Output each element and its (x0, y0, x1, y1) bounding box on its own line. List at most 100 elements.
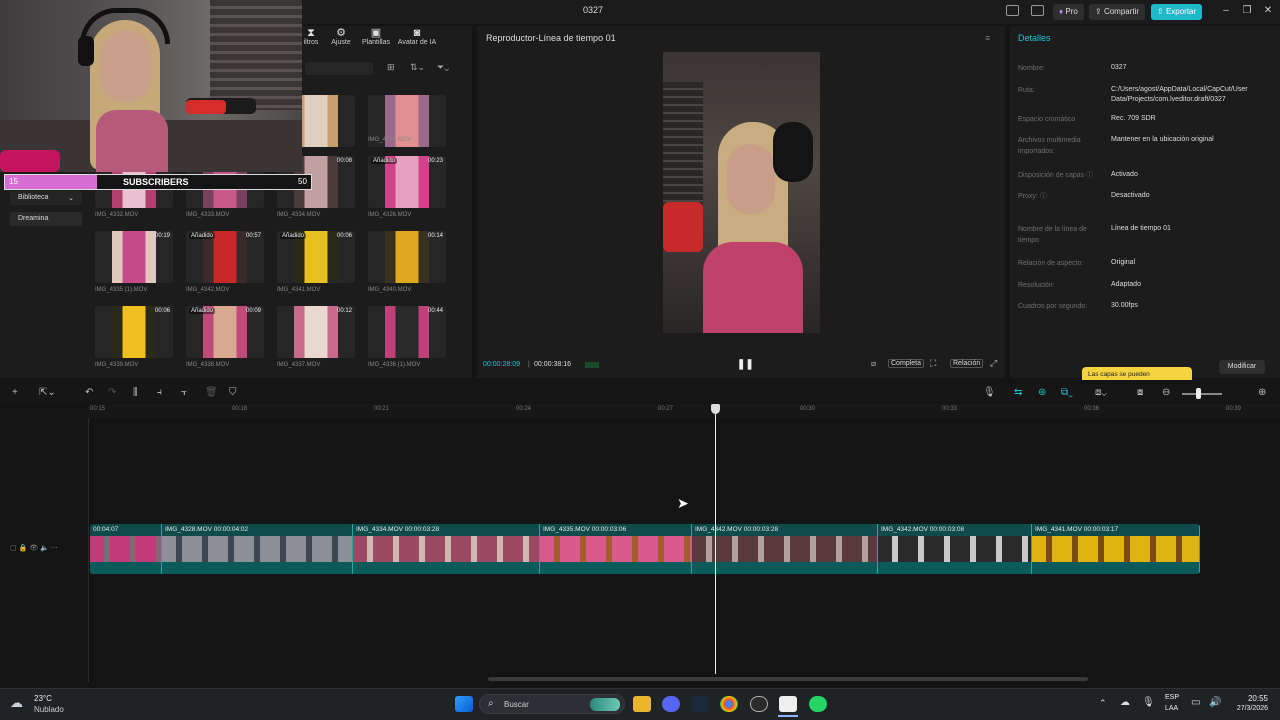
playhead-handle[interactable] (711, 404, 720, 414)
redo-icon[interactable]: ↷ (108, 387, 116, 398)
search-highlight-icon (590, 698, 620, 711)
magnet-icon[interactable]: ⊛ (1038, 387, 1046, 398)
media-thumbnail[interactable]: 00:57 Añadido (186, 231, 264, 283)
media-thumbnail[interactable]: 00:44 (368, 306, 446, 358)
timeline-clip[interactable]: IMG_4342.MOV 00:00:03:08 (878, 524, 1032, 574)
timeline-clip[interactable]: 00:04:07 (90, 524, 162, 574)
media-duration: 00:06 (154, 308, 170, 314)
whatsapp-icon[interactable] (809, 696, 827, 712)
chevron-up-icon[interactable]: ⌃ (1099, 698, 1107, 709)
fullscreen-complete-button[interactable]: Completa (888, 359, 924, 368)
filter-icon[interactable]: ⏷⌄ (437, 62, 449, 73)
sidebar-item-biblioteca[interactable]: Biblioteca ⌄ (10, 191, 82, 205)
zoom-in-icon[interactable]: ⊕ (1258, 387, 1266, 398)
snap-icon[interactable]: ⧈⌄ (1095, 387, 1107, 398)
network-icon[interactable]: ☁ (1120, 697, 1130, 708)
weather-temp[interactable]: 23°C (34, 694, 52, 703)
obs-icon[interactable] (750, 696, 768, 712)
export-button[interactable]: ⇧ Exportar (1151, 4, 1203, 20)
detail-label: Ruta: (1018, 87, 1035, 94)
split-icon[interactable]: ⫼ (133, 387, 138, 398)
aspect-ratio-button[interactable]: Relación (950, 359, 984, 368)
subscriber-label: SUBSCRIBERS (123, 177, 189, 187)
media-thumbnail[interactable]: 00:06 Añadido (277, 231, 355, 283)
player-menu-icon[interactable]: ≡ (985, 33, 990, 43)
tab-ajuste[interactable]: ⚙ Ajuste (321, 28, 361, 47)
sidebar-item-dreamina[interactable]: Dreamina (10, 212, 82, 226)
media-thumbnail[interactable]: 00:14 (368, 231, 446, 283)
cloud-icon: ☁ (10, 695, 23, 710)
timeline-clip[interactable]: IMG_4335.MOV 00:00:03:06 (540, 524, 692, 574)
keyboard-layout[interactable]: LAA (1165, 705, 1178, 712)
playhead[interactable] (715, 404, 716, 674)
preview-axis-icon[interactable]: ⧉⌄ (1061, 387, 1073, 398)
trim-right-icon[interactable]: ⫟ (181, 387, 187, 398)
chrome-icon[interactable] (720, 696, 738, 712)
shortcuts-icon[interactable] (1031, 5, 1044, 16)
media-thumbnail[interactable]: 00:23 Añadido (368, 156, 446, 208)
microphone-icon[interactable]: 🎙 (983, 387, 996, 398)
undo-icon[interactable]: ↶ (85, 387, 93, 398)
restore-button[interactable]: ❐ (1240, 4, 1254, 18)
detail-value: Adaptado (1111, 281, 1141, 288)
add-icon[interactable]: + (12, 387, 18, 398)
media-thumbnail[interactable]: 00:19 (95, 231, 173, 283)
main-video-track[interactable]: 00:04:07 IMG_4328.MOV 00:00:04:02 IMG_4334… (90, 524, 1200, 574)
track-controls[interactable]: ▢ 🔒 👁 🔈 ⋯ (10, 544, 58, 552)
file-explorer-icon[interactable] (633, 696, 651, 712)
delete-icon[interactable]: 🗑 (205, 387, 218, 398)
zoom-slider-handle[interactable] (1196, 388, 1201, 399)
monitor-icon[interactable]: ▭ (1191, 697, 1200, 708)
fit-icon[interactable]: ⧄ (871, 359, 876, 369)
media-duration: 00:12 (336, 308, 352, 314)
crop-icon[interactable]: ⛶ (930, 358, 936, 369)
clock-time[interactable]: 20:55 (1220, 694, 1268, 703)
marker-icon[interactable]: ⛉ (229, 387, 237, 398)
grid-view-icon[interactable]: ⊞ (387, 62, 395, 73)
media-duration: 00:57 (245, 233, 261, 239)
clip-label: IMG_4328.MOV 00:00:04:02 (165, 526, 249, 533)
timeline-clip[interactable]: IMG_4342.MOV 00:00:03:28 (692, 524, 878, 574)
caption-icon[interactable]: ⧇ (1137, 387, 1143, 398)
timeline-scrollbar[interactable] (488, 677, 1088, 681)
ai-avatar-icon: ◙ (413, 27, 421, 39)
active-app-indicator (778, 715, 798, 717)
zoom-slider[interactable] (1182, 393, 1222, 395)
clip-audio-waveform (540, 562, 691, 574)
clip-audio-waveform (353, 562, 539, 574)
clip-label: 00:04:07 (93, 526, 119, 533)
zoom-out-icon[interactable]: ⊖ (1162, 387, 1170, 398)
taskbar-search-input[interactable]: ⌕ Buscar (479, 694, 625, 714)
link-icon[interactable]: ⇆ (1014, 387, 1022, 398)
windows-start-icon[interactable] (455, 696, 473, 712)
tab-plantillas[interactable]: ▣ Plantillas (356, 28, 396, 47)
language-code[interactable]: ESP (1165, 694, 1179, 701)
timeline-clip[interactable]: IMG_4341.MOV 00:00:03:17 (1032, 524, 1200, 574)
share-button[interactable]: ⇪ Compartir (1089, 4, 1146, 20)
close-button[interactable]: ✕ (1261, 4, 1275, 18)
microphone-tray-icon[interactable]: 🎙 (1142, 697, 1155, 708)
minimize-button[interactable]: – (1219, 4, 1233, 18)
media-search-input[interactable] (305, 62, 373, 75)
media-thumbnail[interactable]: 00:12 (277, 306, 355, 358)
timeline-clip[interactable]: IMG_4328.MOV 00:00:04:02 (162, 524, 353, 574)
pause-icon[interactable]: ❚❚ (737, 359, 754, 370)
media-thumbnail[interactable]: 00:09 Añadido (186, 306, 264, 358)
tab-avatar-de-ia[interactable]: ◙ Avatar de IA (397, 27, 437, 47)
weather-desc[interactable]: Nublado (34, 705, 64, 714)
modify-button[interactable]: Modificar (1219, 360, 1265, 374)
timeline-clip[interactable]: IMG_4334.MOV 00:00:03:28 (353, 524, 540, 574)
media-filename: IMG_4334.MOV (277, 212, 321, 218)
trim-left-icon[interactable]: ⫞ (157, 387, 162, 398)
discord-icon[interactable] (662, 696, 680, 712)
media-thumbnail[interactable]: 00:06 (95, 306, 173, 358)
timeline-ruler[interactable] (88, 404, 1280, 418)
capcut-icon[interactable] (779, 696, 797, 712)
sort-icon[interactable]: ⇅⌄ (410, 62, 425, 73)
layout-icon[interactable] (1006, 5, 1019, 16)
steam-icon[interactable] (691, 696, 709, 712)
select-tool-icon[interactable]: ⇱⌄ (39, 387, 56, 398)
expand-icon[interactable]: ⤢ (990, 358, 997, 369)
pro-button[interactable]: ♦ Pro (1053, 4, 1084, 20)
clock-date[interactable]: 27/3/2026 (1220, 705, 1268, 712)
